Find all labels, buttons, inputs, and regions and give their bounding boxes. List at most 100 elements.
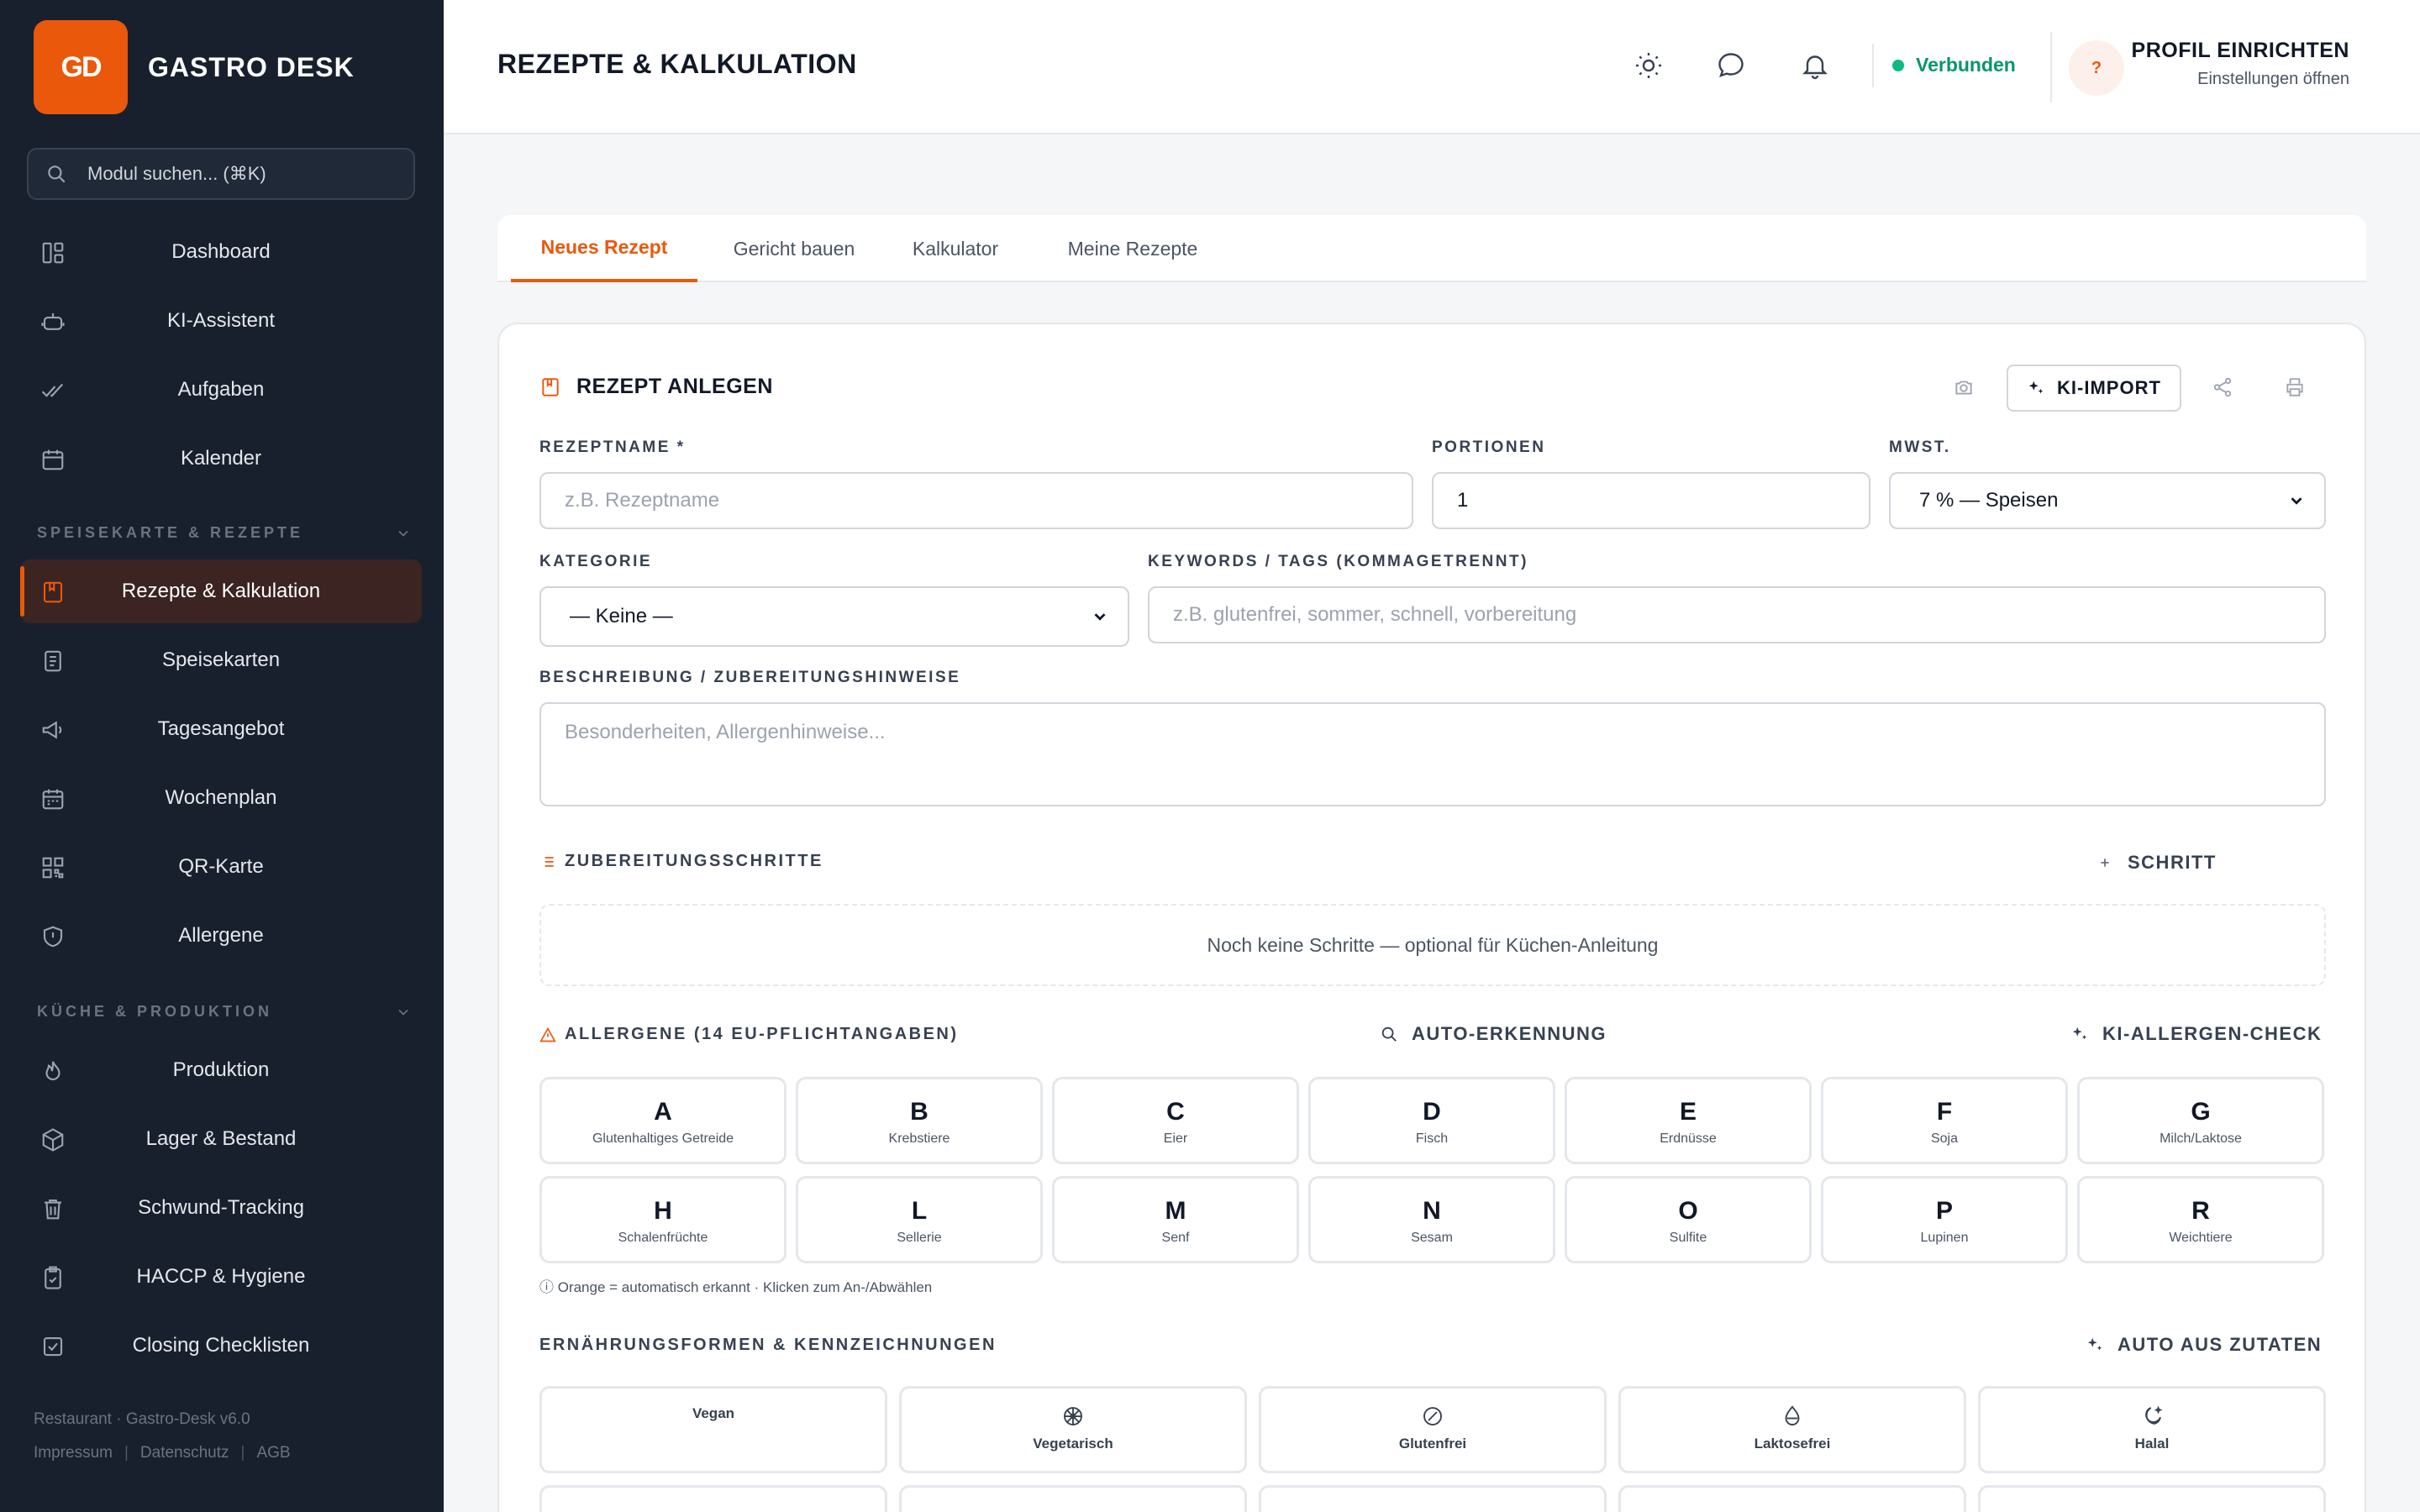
allergen-toggle-b[interactable]: B Krebstiere: [796, 1077, 1043, 1164]
tab-meine-rezepte[interactable]: Meine Rezepte: [1045, 215, 1220, 282]
sidebar-item-allergene[interactable]: Allergene: [20, 904, 422, 968]
allergens-heading: ALLERGENE (14 EU-PFLICHTANGABEN): [539, 1025, 959, 1044]
sidebar-item-closing[interactable]: Closing Checklisten: [20, 1314, 422, 1378]
allergen-code: H: [654, 1197, 672, 1225]
sidebar-item-haccp[interactable]: HACCP & Hygiene: [20, 1245, 422, 1309]
diet-toggle-vegan[interactable]: Vegan: [539, 1386, 887, 1473]
allergen-toggle-n[interactable]: N Sesam: [1308, 1176, 1555, 1263]
diet-toggle[interactable]: [539, 1485, 887, 1512]
allergen-toggle-e[interactable]: E Erdnüsse: [1565, 1077, 1812, 1164]
profile-setup-link[interactable]: PROFIL EINRICHTEN Einstellungen öffnen: [2132, 39, 2349, 89]
sidebar-item-label: Aufgaben: [177, 378, 265, 401]
allergen-code: A: [654, 1098, 672, 1126]
sidebar-item-ki-assistent[interactable]: KI-Assistent: [20, 289, 422, 353]
tab-kalkulator[interactable]: Kalkulator: [892, 215, 1018, 282]
portions-input[interactable]: 1: [1432, 472, 1870, 529]
allergen-toggle-h[interactable]: H Schalenfrüchte: [539, 1176, 786, 1263]
sidebar-item-qr-karte[interactable]: QR-Karte: [20, 835, 422, 899]
list-icon: [542, 856, 554, 867]
chat-icon[interactable]: [1716, 50, 1746, 81]
bell-icon[interactable]: [1800, 50, 1830, 81]
avatar[interactable]: ?: [2069, 40, 2124, 96]
print-icon[interactable]: [2284, 376, 2306, 398]
description-label: BESCHREIBUNG / ZUBEREITUNGSHINWEISE: [539, 669, 961, 686]
sidebar-item-tagesangebot[interactable]: Tagesangebot: [20, 697, 422, 761]
description-textarea[interactable]: Besonderheiten, Allergenhinweise...: [539, 702, 2326, 806]
diet-toggle-laktosefrei[interactable]: Laktosefrei: [1618, 1386, 1966, 1473]
allergen-code: L: [911, 1197, 928, 1225]
page-title: REZEPTE & KALKULATION: [497, 49, 857, 79]
auto-detect-button[interactable]: AUTO-ERKENNUNG: [1380, 1023, 1607, 1045]
sun-icon[interactable]: [1634, 50, 1664, 81]
sidebar-item-label: Produktion: [172, 1058, 270, 1081]
search-icon: [48, 165, 66, 183]
category-select[interactable]: — Keine —: [539, 586, 1129, 647]
allergen-name: Krebstiere: [888, 1131, 950, 1146]
brand-logo: GD: [34, 20, 128, 114]
sidebar-item-produktion[interactable]: Produktion: [20, 1038, 422, 1102]
diet-toggle[interactable]: [1259, 1485, 1607, 1512]
allergen-toggle-d[interactable]: D Fisch: [1308, 1077, 1555, 1164]
share-icon[interactable]: [2212, 376, 2233, 398]
sidebar-item-label: Wochenplan: [165, 786, 277, 809]
allergen-toggle-g[interactable]: G Milch/Laktose: [2077, 1077, 2324, 1164]
drop-icon: [1785, 1405, 1800, 1425]
chevron-down-icon: [1094, 613, 1106, 621]
sidebar-item-schwund[interactable]: Schwund-Tracking: [20, 1176, 422, 1240]
diet-toggle[interactable]: [899, 1485, 1247, 1512]
agb-link[interactable]: AGB: [256, 1444, 290, 1462]
auto-from-ingredients-button[interactable]: AUTO AUS ZUTATEN: [2086, 1334, 2322, 1356]
allergen-toggle-f[interactable]: F Soja: [1821, 1077, 2068, 1164]
impressum-link[interactable]: Impressum: [34, 1444, 113, 1462]
card-title: REZEPT ANLEGEN: [539, 375, 773, 399]
diet-toggle[interactable]: [1618, 1485, 1966, 1512]
module-search-input[interactable]: Modul suchen... (⌘K): [27, 148, 415, 200]
tab-gericht-bauen[interactable]: Gericht bauen: [719, 215, 869, 282]
recipe-book-icon: [43, 581, 63, 603]
diet-toggle-vegetarisch[interactable]: Vegetarisch: [899, 1386, 1247, 1473]
ki-import-button[interactable]: KI-IMPORT: [2007, 365, 2181, 412]
section-speisekarte-toggle[interactable]: SPEISEKARTE & REZEPTE: [37, 524, 412, 542]
allergen-toggle-r[interactable]: R Weichtiere: [2077, 1176, 2324, 1263]
tab-neues-rezept[interactable]: Neues Rezept: [511, 215, 697, 282]
allergen-toggle-c[interactable]: C Eier: [1052, 1077, 1299, 1164]
sidebar-item-speisekarten[interactable]: Speisekarten: [20, 628, 422, 692]
camera-icon[interactable]: [1953, 376, 1975, 398]
allergen-name: Lupinen: [1920, 1231, 1969, 1245]
section-kueche-toggle[interactable]: KÜCHE & PRODUKTION: [37, 1003, 412, 1021]
allergen-code: G: [2191, 1098, 2211, 1126]
allergen-code: P: [1935, 1197, 1953, 1225]
ki-import-label: KI-IMPORT: [2057, 377, 2161, 398]
allergen-toggle-o[interactable]: O Sulfite: [1565, 1176, 1812, 1263]
vat-select[interactable]: 7 % — Speisen: [1889, 472, 2326, 529]
sidebar-item-label: KI-Assistent: [166, 309, 276, 332]
top-header: REZEPTE & KALKULATION Verbunden ? PROFIL…: [444, 0, 2420, 134]
calendar-icon: [42, 449, 64, 470]
keywords-input[interactable]: z.B. glutenfrei, sommer, schnell, vorber…: [1148, 586, 2326, 643]
brand[interactable]: GD GASTRO DESK: [34, 20, 355, 114]
sidebar-item-aufgaben[interactable]: Aufgaben: [20, 358, 422, 422]
allergen-toggle-m[interactable]: M Senf: [1052, 1176, 1299, 1263]
datenschutz-link[interactable]: Datenschutz: [140, 1444, 229, 1462]
vat-selected-value: 7 % — Speisen: [1919, 489, 2059, 512]
sidebar-item-wochenplan[interactable]: Wochenplan: [20, 766, 422, 830]
diet-toggle-glutenfrei[interactable]: Glutenfrei: [1259, 1386, 1607, 1473]
sidebar-item-dashboard[interactable]: Dashboard: [20, 220, 422, 284]
allergen-toggle-p[interactable]: P Lupinen: [1821, 1176, 2068, 1263]
recipe-name-input[interactable]: z.B. Rezeptname: [539, 472, 1413, 529]
allergen-toggle-a[interactable]: A Glutenhaltiges Getreide: [539, 1077, 786, 1164]
sidebar-item-lager[interactable]: Lager & Bestand: [20, 1107, 422, 1171]
diet-toggle[interactable]: [1978, 1485, 2326, 1512]
moon-star-icon: [2145, 1405, 2163, 1425]
sidebar-item-kalender[interactable]: Kalender: [20, 427, 422, 491]
allergen-name: Sellerie: [897, 1231, 942, 1245]
ki-allergen-check-button[interactable]: KI-ALLERGEN-CHECK: [2070, 1023, 2322, 1045]
add-step-button[interactable]: SCHRITT: [2096, 852, 2217, 874]
flame-icon: [45, 1061, 60, 1080]
allergen-toggle-l[interactable]: L Sellerie: [796, 1176, 1043, 1263]
steps-title: ZUBEREITUNGSSCHRITTE: [565, 852, 823, 870]
diet-toggle-halal[interactable]: Halal: [1978, 1386, 2326, 1473]
sidebar-footer: Restaurant · Gastro-Desk v6.0 Impressum |…: [34, 1403, 291, 1470]
sidebar-item-rezepte[interactable]: Rezepte & Kalkulation: [20, 559, 422, 623]
checkbox-icon: [43, 1336, 63, 1357]
